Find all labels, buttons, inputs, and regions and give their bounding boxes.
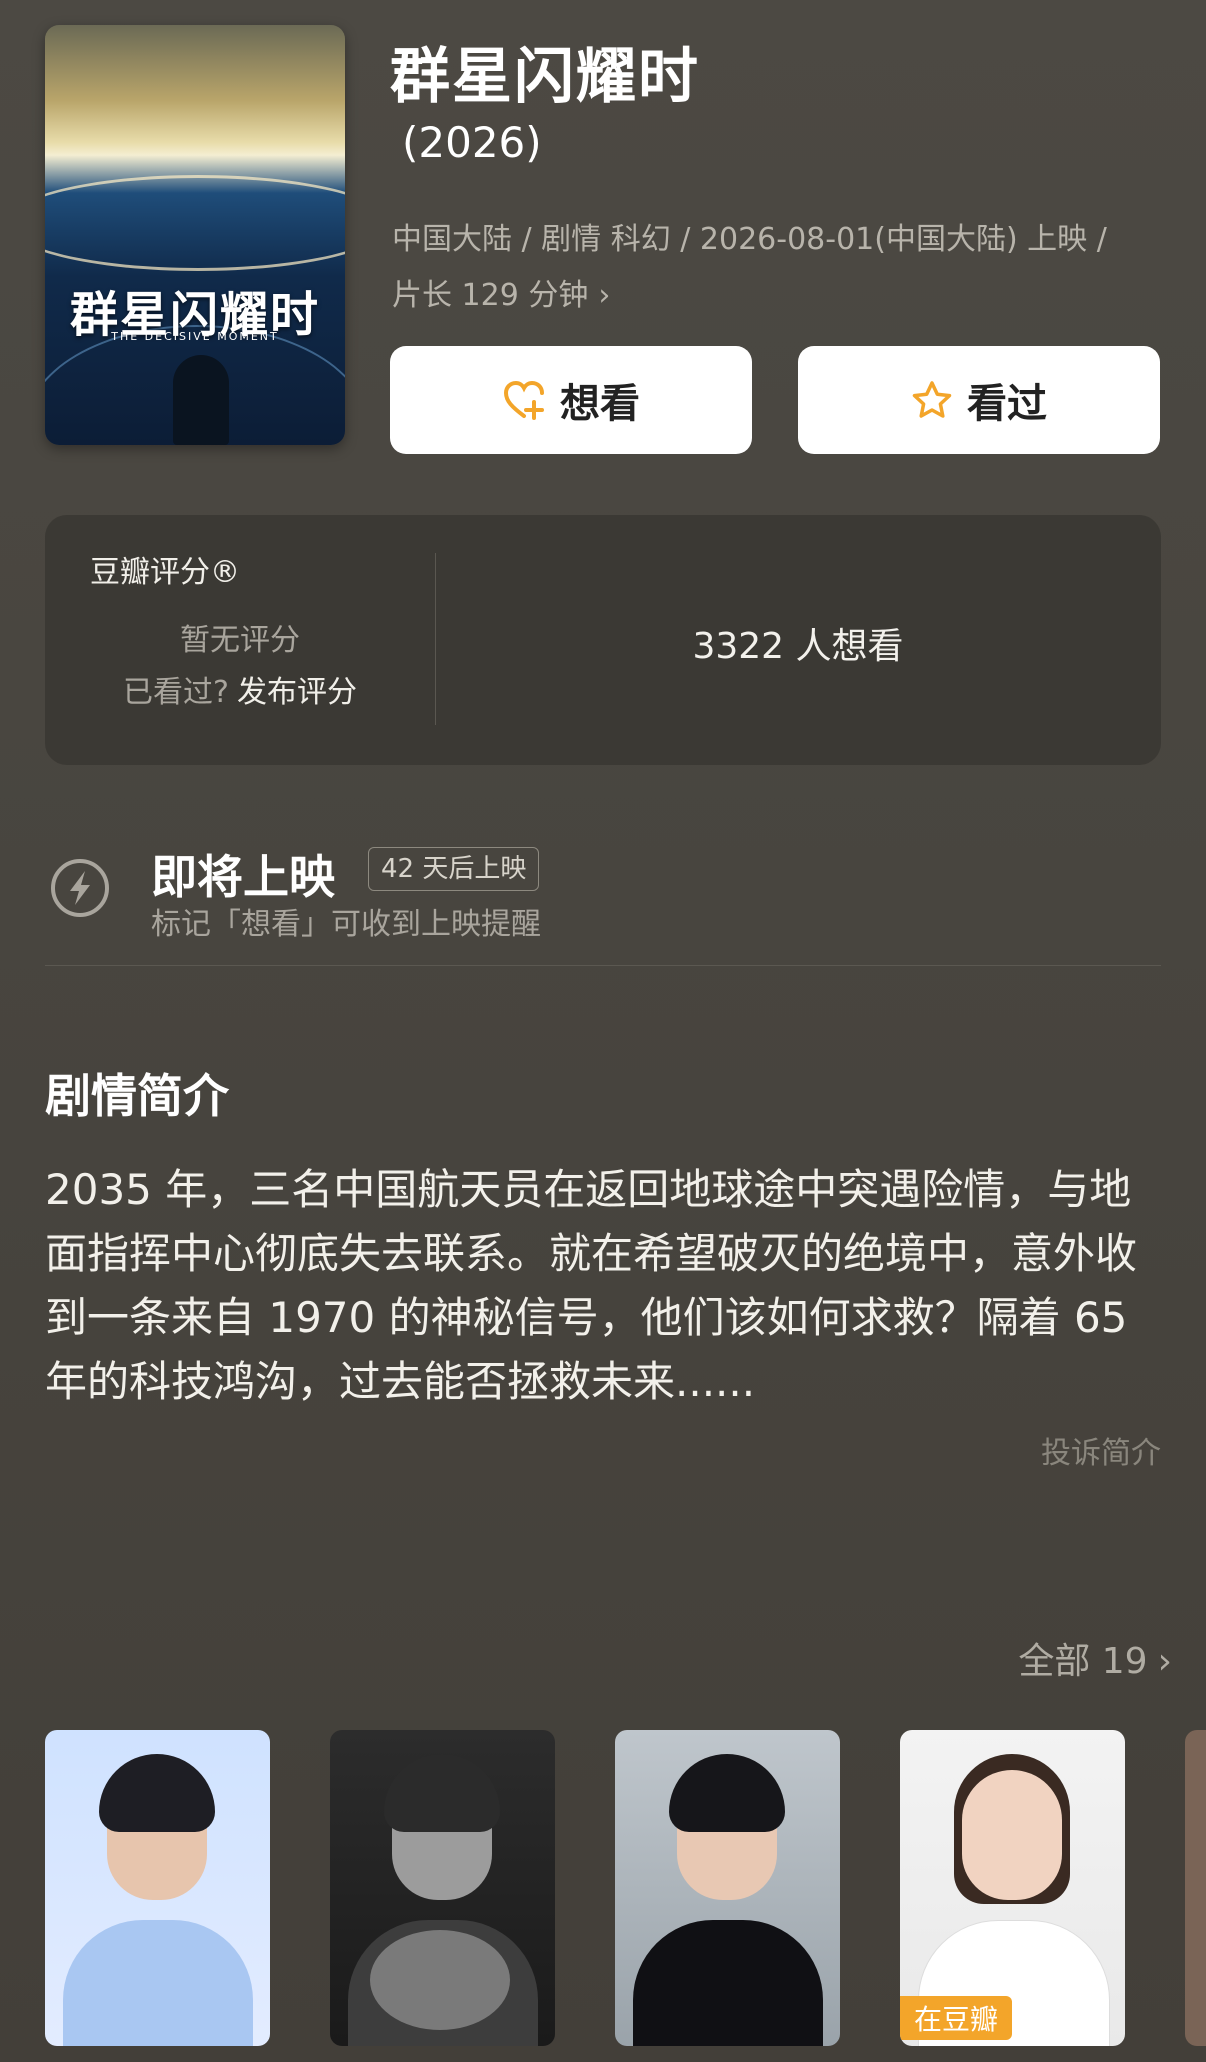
heart-plus-icon [502,380,546,420]
movie-title: 群星闪耀时 [390,42,700,112]
movie-poster[interactable]: 群星闪耀时 THE DECISIVE MOMENT [45,25,345,445]
watched-button[interactable]: 看过 [798,346,1160,454]
synopsis-title: 剧情简介 [45,1069,229,1123]
reminder-hint: 标记「想看」可收到上映提醒 [151,907,541,942]
movie-year: (2026) [402,118,542,167]
synopsis-text: 2035 年，三名中国航天员在返回地球途中突遇险情，与地面指挥中心彻底失去联系。… [45,1165,1138,1406]
seen-prompt-text: 已看过? [123,675,229,710]
cast-card[interactable] [45,1730,270,2046]
coming-soon-banner[interactable]: 即将上映 42 天后上映 标记「想看」可收到上映提醒 [45,835,1161,966]
cast-photo-hair [384,1754,500,1832]
movie-meta-line2: 片长 129 分钟 › [392,268,1172,324]
rating-card: 豆瓣评分® 暂无评分 已看过? 发布评分 3322 人想看 [45,515,1161,765]
cast-photo-cat [370,1930,510,2030]
douban-rating-label: 豆瓣评分® [90,555,240,590]
cast-count-label: 全部 19 [1018,1641,1148,1682]
watched-label: 看过 [967,381,1047,427]
wish-count[interactable]: 3322 人想看 [435,617,1161,669]
movie-meta-line1: 中国大陆 / 剧情 科幻 / 2026-08-01(中国大陆) 上映 / [392,222,1107,257]
cast-card[interactable]: 在豆瓣 [900,1730,1125,2046]
release-reminder-icon [51,859,109,917]
cast-photo-body [633,1920,823,2046]
cast-card-partial[interactable] [1185,1730,1206,2046]
publish-rating-link[interactable]: 发布评分 [237,675,357,710]
seen-prompt-row: 已看过? 发布评分 [45,667,435,711]
want-to-watch-label: 想看 [560,381,640,427]
days-until-release-badge: 42 天后上映 [368,847,540,891]
cast-all-link[interactable]: 全部 19 › [1018,1632,1172,1684]
poster-subtitle: THE DECISIVE MOMENT [111,330,279,343]
chevron-right-icon: › [1157,1641,1172,1682]
poster-astronaut-figure [173,355,229,445]
on-douban-badge: 在豆瓣 [900,1996,1013,2040]
coming-soon-heading: 即将上映 [151,850,335,904]
want-to-watch-button[interactable]: 想看 [390,346,752,454]
cast-card[interactable] [615,1730,840,2046]
star-icon [911,380,953,420]
movie-runtime: 片长 129 分钟 [392,278,589,313]
cast-photo-face [962,1770,1062,1900]
cast-card[interactable] [330,1730,555,2046]
no-rating-text: 暂无评分 [180,623,300,658]
cast-photo-hair [99,1754,215,1832]
cast-photo-hair [669,1754,785,1832]
cast-photo-body [63,1920,253,2046]
report-synopsis-link[interactable]: 投诉简介 [1041,1428,1161,1472]
chevron-right-icon: › [598,278,611,313]
poster-ring-decoration [45,175,345,271]
page: 群星闪耀时 THE DECISIVE MOMENT 群星闪耀时 (2026) 中… [0,0,1206,2062]
movie-meta[interactable]: 中国大陆 / 剧情 科幻 / 2026-08-01(中国大陆) 上映 / 片长 … [392,212,1172,324]
